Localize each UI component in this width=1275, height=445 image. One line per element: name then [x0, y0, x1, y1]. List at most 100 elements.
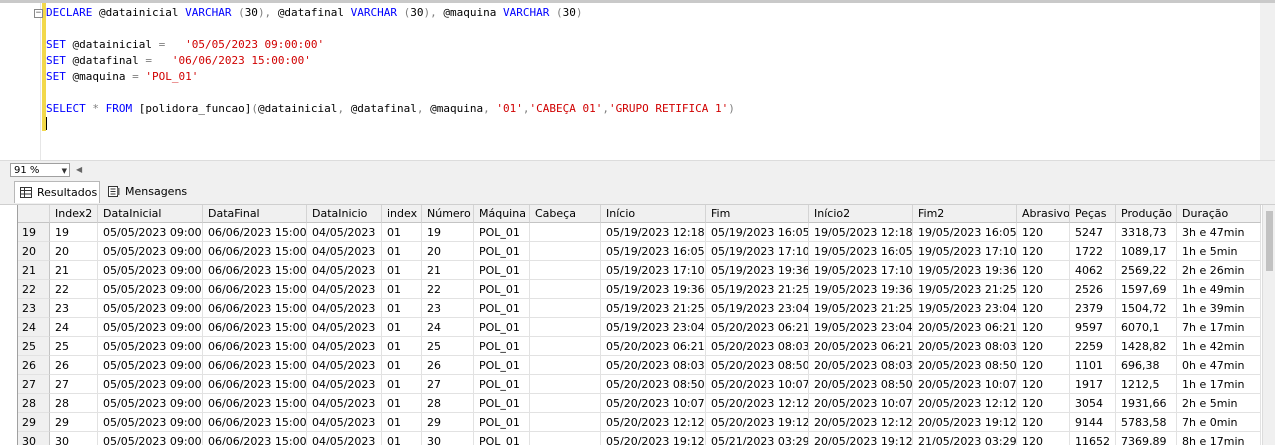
table-cell[interactable]: 04/05/2023 [307, 242, 382, 261]
table-cell[interactable]: 19 [50, 223, 98, 242]
table-cell[interactable]: 06/06/2023 15:00 [203, 242, 307, 261]
table-cell[interactable]: 19/05/2023 21:25 [809, 299, 913, 318]
table-cell[interactable]: 20/05/2023 12:12 [913, 394, 1017, 413]
table-cell[interactable]: 05/05/2023 09:00 [98, 318, 203, 337]
table-cell[interactable]: 1597,69 [1116, 280, 1177, 299]
table-cell[interactable]: 05/20/2023 10:07 [601, 394, 706, 413]
table-cell[interactable] [530, 432, 601, 445]
column-header[interactable]: Cabeça [530, 205, 601, 223]
table-cell[interactable]: POL_01 [474, 337, 530, 356]
table-cell[interactable]: 05/19/2023 23:04 [601, 318, 706, 337]
table-cell[interactable]: 20/05/2023 19:12 [809, 432, 913, 445]
table-cell[interactable]: 01 [382, 413, 422, 432]
table-cell[interactable]: 01 [382, 242, 422, 261]
row-header[interactable]: 24 [18, 318, 50, 337]
table-cell[interactable]: 05/19/2023 19:36 [601, 280, 706, 299]
code-line[interactable]: SELECT * FROM [polidora_funcao](@dataini… [46, 101, 735, 117]
table-cell[interactable]: POL_01 [474, 299, 530, 318]
table-cell[interactable]: 30 [422, 432, 474, 445]
column-header[interactable]: index [382, 205, 422, 223]
column-header[interactable]: Peças [1070, 205, 1116, 223]
results-grid[interactable]: Index2 DataInicial DataFinal DataInicio inde… [17, 205, 1261, 445]
table-cell[interactable]: 6070,1 [1116, 318, 1177, 337]
table-cell[interactable]: 3054 [1070, 394, 1116, 413]
grid-corner[interactable] [18, 205, 50, 223]
table-cell[interactable]: 06/06/2023 15:00 [203, 223, 307, 242]
row-header[interactable]: 25 [18, 337, 50, 356]
table-cell[interactable] [530, 242, 601, 261]
table-cell[interactable]: 9144 [1070, 413, 1116, 432]
column-header[interactable]: DataInicial [98, 205, 203, 223]
collapse-region-icon[interactable]: − [34, 9, 43, 18]
grid-scroll-thumb[interactable] [1266, 211, 1273, 271]
table-cell[interactable]: POL_01 [474, 223, 530, 242]
table-cell[interactable]: 05/19/2023 17:10 [601, 261, 706, 280]
table-cell[interactable] [530, 280, 601, 299]
table-cell[interactable]: 20 [422, 242, 474, 261]
table-cell[interactable]: 0h e 47min [1177, 356, 1261, 375]
table-cell[interactable]: 23 [50, 299, 98, 318]
table-cell[interactable]: 20/05/2023 08:50 [809, 375, 913, 394]
table-cell[interactable]: 01 [382, 299, 422, 318]
table-cell[interactable]: 06/06/2023 15:00 [203, 356, 307, 375]
table-cell[interactable]: 04/05/2023 [307, 394, 382, 413]
table-cell[interactable]: 3h e 47min [1177, 223, 1261, 242]
table-cell[interactable]: 29 [50, 413, 98, 432]
table-cell[interactable]: 04/05/2023 [307, 432, 382, 445]
table-cell[interactable] [530, 356, 601, 375]
editor-horizontal-scrollbar[interactable] [0, 160, 1275, 181]
table-cell[interactable]: 01 [382, 356, 422, 375]
scroll-left-icon[interactable]: ◀ [76, 165, 82, 174]
table-cell[interactable]: 05/20/2023 08:50 [601, 375, 706, 394]
query-editor[interactable]: − DECLARE @datainicial VARCHAR (30), @da… [0, 3, 1275, 160]
tab-results[interactable]: Resultados [14, 181, 100, 203]
table-cell[interactable]: 01 [382, 261, 422, 280]
table-cell[interactable]: 06/06/2023 15:00 [203, 394, 307, 413]
table-cell[interactable]: 1h e 5min [1177, 242, 1261, 261]
code-line[interactable]: DECLARE @datainicial VARCHAR (30), @data… [46, 5, 583, 21]
table-cell[interactable]: 19/05/2023 16:05 [913, 223, 1017, 242]
table-cell[interactable]: 05/19/2023 16:05 [706, 223, 809, 242]
table-cell[interactable]: 05/19/2023 21:25 [706, 280, 809, 299]
table-cell[interactable]: 05/05/2023 09:00 [98, 223, 203, 242]
table-cell[interactable]: 20/05/2023 06:21 [913, 318, 1017, 337]
table-cell[interactable] [530, 223, 601, 242]
table-cell[interactable]: 05/21/2023 03:29 [706, 432, 809, 445]
row-header[interactable]: 29 [18, 413, 50, 432]
table-cell[interactable]: 20/05/2023 08:50 [913, 356, 1017, 375]
table-cell[interactable] [530, 318, 601, 337]
table-cell[interactable]: 120 [1017, 261, 1070, 280]
column-header[interactable]: Máquina [474, 205, 530, 223]
table-cell[interactable]: 05/05/2023 09:00 [98, 375, 203, 394]
column-header[interactable]: Index2 [50, 205, 98, 223]
table-cell[interactable]: 05/19/2023 16:05 [601, 242, 706, 261]
table-cell[interactable]: 05/05/2023 09:00 [98, 299, 203, 318]
table-cell[interactable]: 04/05/2023 [307, 413, 382, 432]
table-cell[interactable]: 120 [1017, 299, 1070, 318]
table-cell[interactable]: 3318,73 [1116, 223, 1177, 242]
column-header[interactable]: DataFinal [203, 205, 307, 223]
table-cell[interactable]: 120 [1017, 242, 1070, 261]
row-header[interactable]: 30 [18, 432, 50, 445]
table-cell[interactable]: 05/20/2023 06:21 [601, 337, 706, 356]
tab-messages[interactable]: Mensagens [103, 181, 187, 203]
column-header[interactable]: Fim [706, 205, 809, 223]
table-cell[interactable]: 1089,17 [1116, 242, 1177, 261]
table-cell[interactable]: 21/05/2023 03:29 [913, 432, 1017, 445]
table-cell[interactable]: 28 [50, 394, 98, 413]
table-cell[interactable]: 27 [422, 375, 474, 394]
code-line[interactable]: SET @maquina = 'POL_01' [46, 69, 198, 85]
table-cell[interactable]: 1h e 42min [1177, 337, 1261, 356]
table-cell[interactable]: 1931,66 [1116, 394, 1177, 413]
table-cell[interactable]: 05/20/2023 06:21 [706, 318, 809, 337]
table-cell[interactable]: 21 [50, 261, 98, 280]
table-cell[interactable]: 27 [50, 375, 98, 394]
table-cell[interactable]: 19/05/2023 19:36 [913, 261, 1017, 280]
grid-vertical-scrollbar[interactable] [1262, 205, 1275, 445]
table-cell[interactable]: 20/05/2023 19:12 [913, 413, 1017, 432]
table-cell[interactable]: 1917 [1070, 375, 1116, 394]
table-cell[interactable]: 05/19/2023 12:18 [601, 223, 706, 242]
table-cell[interactable]: 20/05/2023 10:07 [913, 375, 1017, 394]
table-cell[interactable]: POL_01 [474, 242, 530, 261]
table-cell[interactable]: 20/05/2023 08:03 [913, 337, 1017, 356]
